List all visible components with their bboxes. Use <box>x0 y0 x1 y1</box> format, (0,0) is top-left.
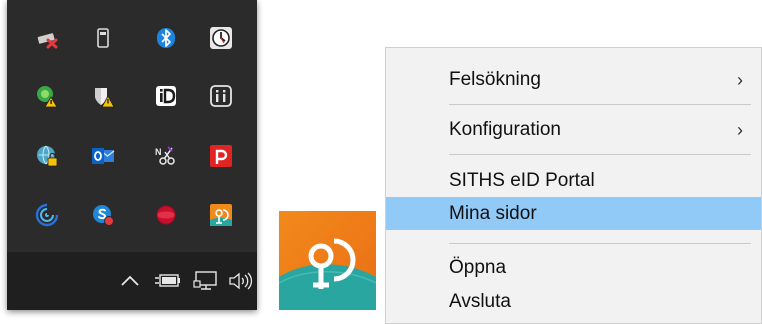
safely-remove-drive-icon[interactable] <box>29 20 65 56</box>
menu-separator <box>449 154 751 155</box>
info-app-icon[interactable] <box>203 78 239 114</box>
speaker-volume-icon[interactable] <box>225 262 255 300</box>
power-battery-icon[interactable] <box>151 262 183 300</box>
menu-item-avsluta[interactable]: Avsluta <box>386 286 761 318</box>
vpn-lock-icon[interactable] <box>29 138 65 174</box>
menu-separator <box>449 243 751 244</box>
menu-item-felsokning[interactable]: Felsökning › <box>386 64 761 96</box>
network-icon[interactable] <box>191 262 221 300</box>
menu-item-label: Öppna <box>449 257 507 278</box>
sithsid-tray-icon[interactable] <box>203 197 239 233</box>
tray-context-menu: Felsökning › Konfiguration › SITHS eID P… <box>385 47 762 324</box>
menu-item-label: Avsluta <box>449 291 511 312</box>
menu-item-oppna[interactable]: Öppna <box>386 252 761 284</box>
skype-icon[interactable] <box>85 197 121 233</box>
outlook-icon[interactable] <box>85 138 121 174</box>
security-warning-icon[interactable] <box>29 78 65 114</box>
sithsid-app-tile-icon <box>279 211 376 310</box>
swirl-app-icon[interactable] <box>29 197 65 233</box>
clock-app-icon[interactable] <box>203 20 239 56</box>
red-ball-icon[interactable] <box>148 197 184 233</box>
taskbar <box>7 252 257 310</box>
menu-item-label: Mina sidor <box>449 202 537 224</box>
menu-item-label: Konfiguration <box>449 119 561 140</box>
menu-item-siths-eid-portal[interactable]: SITHS eID Portal <box>386 165 761 197</box>
menu-item-label: Felsökning <box>449 69 541 90</box>
snipping-tool-icon[interactable]: N <box>148 138 184 174</box>
menu-item-label: SITHS eID Portal <box>449 170 595 191</box>
notification-tray-flyout: N <box>7 0 257 310</box>
menu-item-mina-sidor[interactable]: Mina sidor <box>386 197 761 230</box>
tray-icon-grid: N <box>7 0 257 252</box>
usb-drive-icon[interactable] <box>85 20 121 56</box>
submenu-arrow-icon: › <box>737 70 743 90</box>
id-app-icon[interactable] <box>148 78 184 114</box>
menu-item-konfiguration[interactable]: Konfiguration › <box>386 114 761 146</box>
defender-warning-icon[interactable] <box>85 78 121 114</box>
menu-separator <box>449 104 751 105</box>
show-hidden-icons-chevron-icon[interactable] <box>115 262 145 300</box>
svg-text:N: N <box>155 147 162 157</box>
p-app-icon[interactable] <box>203 138 239 174</box>
bluetooth-icon[interactable] <box>148 20 184 56</box>
submenu-arrow-icon: › <box>737 120 743 140</box>
